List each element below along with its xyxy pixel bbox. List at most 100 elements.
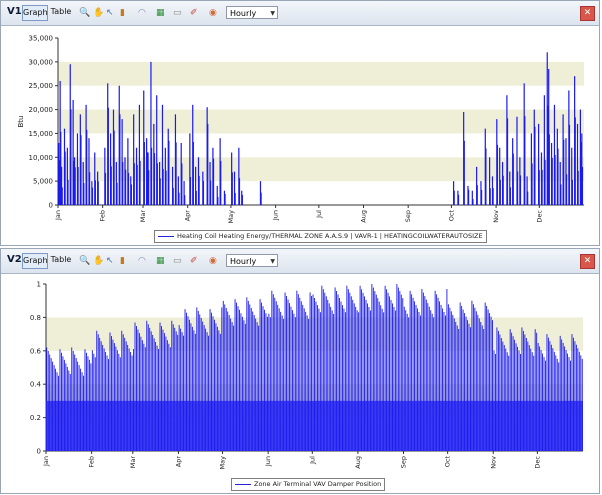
tab-table[interactable]: Table (49, 5, 73, 19)
data-bar (393, 306, 395, 451)
data-bar (97, 334, 99, 451)
data-bar (328, 303, 330, 451)
data-bar (344, 312, 346, 451)
data-bar (168, 343, 170, 451)
data-bar (515, 343, 517, 451)
data-bar (547, 337, 549, 451)
data-bar (318, 308, 320, 451)
data-bar (75, 358, 77, 451)
x-tick-label: Oct (447, 210, 455, 222)
data-bar (91, 350, 93, 451)
line-chart-icon[interactable]: ◠ (138, 255, 151, 267)
tab-graph[interactable]: Graph (22, 253, 48, 269)
grid-band (58, 61, 584, 86)
hand-icon[interactable]: ✋ (93, 7, 106, 19)
tools-icon[interactable]: ✐ (190, 7, 203, 19)
cursor-icon[interactable]: ↖ (106, 7, 119, 19)
data-bar (165, 336, 167, 451)
scale-icon[interactable]: ▭ (173, 255, 186, 267)
data-bar (163, 333, 165, 451)
data-bar (186, 312, 187, 451)
data-bar (278, 308, 280, 451)
data-bar (449, 307, 451, 451)
data-bar (577, 170, 579, 205)
data-bar (119, 357, 121, 451)
data-bar (271, 290, 273, 451)
data-bar (89, 172, 91, 205)
magnifier-icon[interactable]: 🔍 (79, 255, 92, 267)
data-bar (559, 335, 561, 451)
data-bar (71, 347, 73, 451)
x-tick-label: Jul (308, 456, 316, 465)
scale-icon[interactable]: ▭ (173, 7, 186, 19)
tab-graph[interactable]: Graph (22, 5, 48, 21)
data-bar (217, 196, 219, 205)
data-bar (178, 325, 180, 451)
data-bar (233, 325, 235, 451)
heatmap-icon[interactable]: ▦ (156, 255, 169, 267)
data-bar (534, 126, 536, 205)
data-bar (444, 315, 446, 451)
hand-icon[interactable]: ✋ (93, 255, 106, 267)
data-bar (52, 361, 54, 451)
data-bar (339, 298, 340, 451)
data-bar (337, 294, 339, 451)
data-bar (284, 292, 286, 451)
line-chart-icon[interactable]: ◠ (138, 7, 151, 19)
data-bar (175, 142, 177, 205)
interval-select[interactable]: Hourly ▼ (226, 254, 278, 267)
data-bar (302, 304, 304, 451)
data-bar (94, 180, 96, 205)
data-bar (495, 353, 496, 451)
data-bar (397, 287, 399, 451)
data-bar (211, 312, 212, 451)
interval-select[interactable]: Hourly ▼ (226, 6, 278, 19)
heatmap-icon[interactable]: ▦ (156, 7, 169, 19)
data-bar (183, 335, 185, 451)
data-bar (303, 308, 305, 451)
data-bar (88, 359, 90, 451)
data-bar (107, 107, 109, 205)
magnifier-icon[interactable]: 🔍 (79, 7, 92, 19)
data-bar (476, 185, 478, 205)
data-bar (575, 344, 577, 451)
data-bar (377, 298, 379, 451)
close-icon[interactable]: ✕ (580, 6, 595, 21)
highlight-icon[interactable]: ◉ (209, 255, 222, 267)
cursor-icon[interactable]: ↖ (106, 255, 119, 267)
data-bar (453, 190, 455, 205)
bar-chart-icon[interactable]: ▮ (120, 7, 133, 19)
graph-panel-v2: V2 Graph Table 🔍 ✋ ↖ ▮ ◠ ▦ ▭ ✐ ◉ Hourly ▼ ✕ 0 0.2 0.4 0.6 0… (0, 248, 600, 494)
close-icon[interactable]: ✕ (580, 254, 595, 269)
data-bar (343, 308, 345, 451)
tools-icon[interactable]: ✐ (190, 255, 203, 267)
data-bar (334, 287, 336, 451)
data-bar (551, 157, 553, 205)
tab-table[interactable]: Table (49, 253, 73, 267)
data-bar (564, 346, 566, 451)
data-bar (70, 109, 72, 205)
data-bar (472, 199, 474, 205)
data-bar (227, 311, 229, 451)
data-bar (190, 177, 192, 205)
data-bar (567, 353, 569, 451)
data-bar (554, 154, 556, 205)
data-bar (300, 301, 302, 451)
data-bar (336, 290, 338, 451)
data-bar (369, 310, 371, 451)
data-bar (247, 300, 249, 451)
data-bar (577, 348, 579, 451)
bar-chart-icon[interactable]: ▮ (120, 255, 133, 267)
data-bar (517, 346, 518, 451)
data-bar (518, 350, 520, 451)
data-bar (306, 315, 308, 451)
data-bar (83, 375, 84, 451)
data-bar (196, 307, 198, 451)
highlight-icon[interactable]: ◉ (209, 7, 222, 19)
data-bar (234, 192, 236, 205)
data-bar (53, 365, 55, 451)
data-bar (197, 310, 199, 451)
data-bar (155, 341, 157, 451)
data-bar (128, 348, 130, 451)
data-bar (138, 333, 140, 451)
